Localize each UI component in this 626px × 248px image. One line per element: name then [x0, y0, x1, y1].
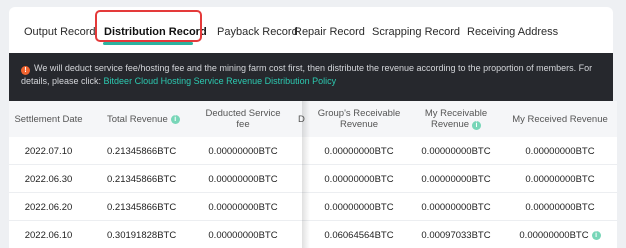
tab-repair-record[interactable]: Repair Record	[294, 26, 365, 38]
cell-my-receivable: 0.00097033BTC	[421, 229, 491, 241]
cell-settlement-date: 2022.07.10	[24, 145, 73, 157]
tab-output-record[interactable]: Output Record	[24, 26, 96, 38]
cell-group-revenue: 0.00000000BTC	[324, 201, 394, 213]
cell-my-receivable: 0.00000000BTC	[421, 145, 491, 157]
header-total-revenue: Total Revenue i	[97, 101, 189, 137]
cell-my-received: 0.00000000BTC i	[504, 221, 616, 248]
distribution-notice: ! We will deduct service fee/hosting fee …	[9, 53, 613, 101]
cell-settlement-date: 2022.06.20	[24, 201, 73, 213]
left-gutter	[0, 101, 9, 248]
table-header: Settlement Date Total Revenue i Deducted …	[0, 101, 626, 137]
cell-total-revenue: 0.30191828BTC	[107, 229, 177, 241]
tab-payback-record[interactable]: Payback Record	[217, 26, 298, 38]
cell-deducted-fee: 0.00000000BTC	[208, 229, 278, 241]
header-my-received-revenue: My Received Revenue	[512, 113, 608, 125]
distribution-table: Settlement Date Total Revenue i Deducted …	[0, 101, 626, 248]
cell-total-revenue: 0.21345866BTC	[107, 201, 177, 213]
cell-settlement-date: 2022.06.30	[24, 173, 73, 185]
cell-group-revenue: 0.00000000BTC	[324, 145, 394, 157]
active-tab-highlight-box	[95, 10, 202, 42]
cell-total-revenue: 0.21345866BTC	[107, 145, 177, 157]
table-row: 2022.07.10 0.21345866BTC 0.00000000BTC 0…	[0, 137, 626, 165]
cell-my-receivable: 0.00000000BTC	[421, 201, 491, 213]
cell-my-received: 0.00000000BTC	[525, 145, 595, 157]
cell-deducted-fee: 0.00000000BTC	[208, 145, 278, 157]
cell-group-revenue: 0.00000000BTC	[324, 173, 394, 185]
cell-deducted-fee: 0.00000000BTC	[208, 173, 278, 185]
header-my-receivable-revenue: My Receivable Revenue i	[424, 108, 488, 130]
header-group-receivable-revenue: Group's Receivable Revenue	[317, 108, 401, 130]
tab-receiving-address[interactable]: Receiving Address	[467, 26, 558, 38]
cell-deducted-fee: 0.00000000BTC	[208, 201, 278, 213]
cell-total-revenue: 0.21345866BTC	[107, 173, 177, 185]
warning-icon: !	[21, 66, 30, 75]
info-icon[interactable]: i	[591, 230, 601, 240]
right-gutter	[617, 101, 626, 248]
fixed-column-shadow	[302, 101, 310, 248]
cell-my-received: 0.00000000BTC	[525, 173, 595, 185]
cell-my-receivable: 0.00000000BTC	[421, 173, 491, 185]
table-row: 2022.06.30 0.21345866BTC 0.00000000BTC 0…	[0, 165, 626, 193]
info-icon[interactable]: i	[472, 121, 482, 130]
distribution-policy-link[interactable]: Bitdeer Cloud Hosting Service Revenue Di…	[104, 76, 337, 86]
cell-group-revenue: 0.06064564BTC	[324, 229, 394, 241]
tab-scrapping-record[interactable]: Scrapping Record	[372, 26, 460, 38]
cell-my-received: 0.00000000BTC	[525, 201, 595, 213]
header-deducted-service-fee: Deducted Service fee	[205, 108, 281, 130]
active-tab-underline	[103, 42, 193, 45]
cell-settlement-date: 2022.06.10	[24, 229, 73, 241]
table-row: 2022.06.10 0.30191828BTC 0.00000000BTC 0…	[0, 221, 626, 248]
info-icon[interactable]: i	[170, 114, 180, 124]
table-row: 2022.06.20 0.21345866BTC 0.00000000BTC 0…	[0, 193, 626, 221]
header-settlement-date: Settlement Date	[14, 113, 83, 125]
